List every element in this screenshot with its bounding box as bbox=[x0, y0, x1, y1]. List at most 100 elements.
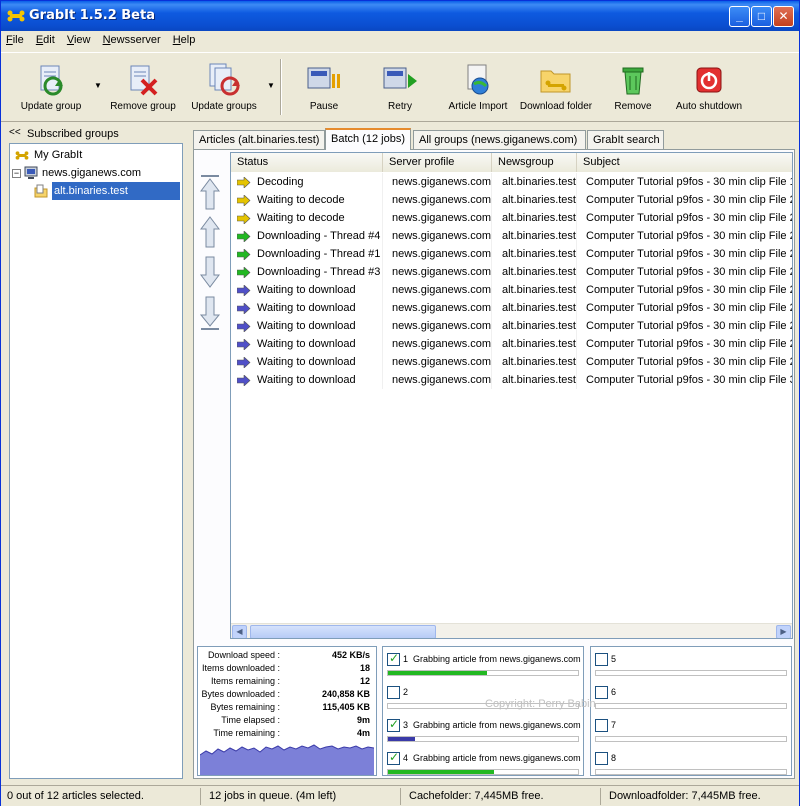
thread-enable-checkbox[interactable] bbox=[595, 719, 608, 732]
thread-number: 3 bbox=[403, 720, 409, 730]
cell-server-profile: news.giganews.com bbox=[383, 371, 492, 389]
update-groups-dropdown-icon[interactable]: ▼ bbox=[267, 81, 275, 90]
move-to-bottom-icon[interactable] bbox=[199, 293, 221, 333]
tab-batch[interactable]: Batch (12 jobs) bbox=[325, 128, 411, 150]
download-statistics: Download speed : 452 KB/s Items downloaded… bbox=[197, 646, 377, 776]
stat-label: Time elapsed : bbox=[221, 715, 280, 725]
tab-articles[interactable]: Articles (alt.binaries.test) bbox=[193, 130, 325, 149]
download-folder-label: Download folder bbox=[519, 101, 593, 112]
thread-number: 5 bbox=[611, 654, 617, 664]
title-bar[interactable]: GrabIt 1.5.2 Beta _ □ ✕ bbox=[1, 1, 799, 31]
thread-progress-bar bbox=[387, 769, 579, 775]
thread-enable-checkbox[interactable] bbox=[387, 750, 400, 765]
download-folder-button[interactable]: Download folder bbox=[519, 53, 593, 121]
tree-item-alt-binaries-test[interactable]: alt.binaries.test bbox=[34, 182, 180, 200]
cell-status: Downloading - Thread #4 bbox=[231, 227, 383, 245]
grabit-logo-icon bbox=[7, 10, 25, 22]
thread-progress-bar bbox=[387, 736, 579, 742]
table-row[interactable]: Downloading - Thread #1 news.giganews.com… bbox=[231, 245, 792, 263]
table-row[interactable]: Waiting to download news.giganews.com alt.… bbox=[231, 281, 792, 299]
cell-server-profile: news.giganews.com bbox=[383, 191, 492, 209]
thread-slot: 7 bbox=[595, 718, 789, 748]
tree-label: news.giganews.com bbox=[42, 167, 142, 179]
article-import-button[interactable]: Article Import bbox=[445, 53, 511, 121]
stat-value: 9m bbox=[356, 715, 370, 725]
pause-icon bbox=[307, 67, 340, 89]
tab-grabit-search[interactable]: GrabIt search bbox=[587, 130, 664, 149]
menu-newsserver[interactable]: Newsserver bbox=[98, 31, 165, 46]
stat-row: Time remaining : 4m bbox=[198, 728, 376, 741]
remove-group-button[interactable]: Remove group bbox=[106, 53, 180, 121]
move-up-icon[interactable] bbox=[199, 213, 221, 253]
column-header-newsgroup[interactable]: Newsgroup bbox=[492, 153, 577, 172]
column-header-subject[interactable]: Subject bbox=[577, 153, 792, 172]
thread-enable-checkbox[interactable] bbox=[387, 686, 400, 699]
thread-enable-checkbox[interactable] bbox=[595, 752, 608, 765]
cell-subject: Computer Tutorial p9fos - 30 min clip Fi… bbox=[577, 281, 792, 299]
close-button[interactable]: ✕ bbox=[773, 6, 794, 27]
cell-server-profile: news.giganews.com bbox=[383, 353, 492, 371]
cell-status: Waiting to download bbox=[231, 371, 383, 389]
stat-value: 115,405 KB bbox=[322, 702, 370, 712]
thread-enable-checkbox[interactable] bbox=[387, 717, 400, 732]
cell-subject: Computer Tutorial p9fos - 30 min clip Fi… bbox=[577, 263, 792, 281]
copyright-watermark: Copyright: Perry Babin bbox=[485, 698, 596, 710]
remove-button[interactable]: Remove bbox=[603, 53, 663, 121]
table-row[interactable]: Waiting to download news.giganews.com alt.… bbox=[231, 371, 792, 389]
cell-newsgroup: alt.binaries.test bbox=[492, 299, 577, 317]
maximize-button[interactable]: □ bbox=[751, 6, 772, 27]
cell-server-profile: news.giganews.com bbox=[383, 281, 492, 299]
toolbar: Update group ▼ Remove group Update group… bbox=[1, 52, 799, 122]
pause-button[interactable]: Pause bbox=[293, 53, 355, 121]
scroll-right-icon[interactable]: ▶ bbox=[776, 625, 791, 638]
thread-enable-checkbox[interactable] bbox=[595, 653, 608, 666]
retry-button[interactable]: Retry bbox=[369, 53, 431, 121]
menu-view[interactable]: View bbox=[62, 31, 95, 46]
table-row[interactable]: Waiting to download news.giganews.com alt.… bbox=[231, 299, 792, 317]
update-groups-label: Update groups bbox=[191, 101, 257, 112]
table-row[interactable]: Waiting to decode news.giganews.com alt.bi… bbox=[231, 209, 792, 227]
horizontal-scrollbar[interactable]: ◀ ▶ bbox=[231, 623, 792, 638]
minimize-button[interactable]: _ bbox=[729, 6, 750, 27]
table-row[interactable]: Downloading - Thread #3 news.giganews.com… bbox=[231, 263, 792, 281]
menu-edit[interactable]: Edit bbox=[31, 31, 59, 46]
cell-newsgroup: alt.binaries.test bbox=[492, 227, 577, 245]
thread-number: 2 bbox=[403, 687, 409, 697]
table-row[interactable]: Downloading - Thread #4 news.giganews.com… bbox=[231, 227, 792, 245]
table-row[interactable]: Waiting to decode news.giganews.com alt.bi… bbox=[231, 191, 792, 209]
update-group-button[interactable]: Update group bbox=[11, 53, 91, 121]
scrollbar-thumb[interactable] bbox=[250, 625, 436, 638]
menu-file[interactable]: File bbox=[1, 31, 28, 46]
column-header-server-profile[interactable]: Server profile bbox=[383, 153, 492, 172]
tree-collapse-toggle[interactable]: − bbox=[12, 169, 21, 178]
move-to-top-icon[interactable] bbox=[199, 173, 221, 213]
table-row[interactable]: Decoding news.giganews.com alt.binaries.te… bbox=[231, 173, 792, 191]
auto-shutdown-button[interactable]: Auto shutdown bbox=[673, 53, 745, 121]
thread-enable-checkbox[interactable] bbox=[387, 651, 400, 666]
move-down-icon[interactable] bbox=[199, 253, 221, 293]
cell-status: Waiting to download bbox=[231, 353, 383, 371]
cell-server-profile: news.giganews.com bbox=[383, 263, 492, 281]
table-row[interactable]: Waiting to download news.giganews.com alt.… bbox=[231, 353, 792, 371]
thread-progress-bar bbox=[595, 769, 787, 775]
menu-help[interactable]: Help bbox=[168, 31, 200, 46]
remove-group-label: Remove group bbox=[110, 101, 176, 112]
scroll-left-icon[interactable]: ◀ bbox=[232, 625, 247, 638]
tab-all-groups[interactable]: All groups (news.giganews.com) bbox=[413, 130, 586, 149]
thread-progress-fill bbox=[388, 671, 487, 675]
thread-enable-checkbox[interactable] bbox=[595, 686, 608, 699]
stat-row: Download speed : 452 KB/s bbox=[198, 650, 376, 663]
group-tree: My GrabIt − news.giganews.com alt.binari… bbox=[9, 143, 183, 779]
thread-number: 4 bbox=[403, 753, 409, 763]
table-row[interactable]: Waiting to download news.giganews.com alt.… bbox=[231, 335, 792, 353]
stat-value: 18 bbox=[359, 663, 370, 673]
collapse-pane-icon[interactable]: << bbox=[9, 127, 21, 138]
cell-newsgroup: alt.binaries.test bbox=[492, 335, 577, 353]
cell-server-profile: news.giganews.com bbox=[383, 245, 492, 263]
cell-status: Downloading - Thread #3 bbox=[231, 263, 383, 281]
table-row[interactable]: Waiting to download news.giganews.com alt.… bbox=[231, 317, 792, 335]
update-group-dropdown-icon[interactable]: ▼ bbox=[94, 81, 102, 90]
column-header-status[interactable]: Status bbox=[231, 153, 383, 172]
thread-slot: 3 Grabbing article from news.giganews.com bbox=[387, 717, 581, 748]
update-groups-button[interactable]: Update groups bbox=[185, 53, 263, 121]
